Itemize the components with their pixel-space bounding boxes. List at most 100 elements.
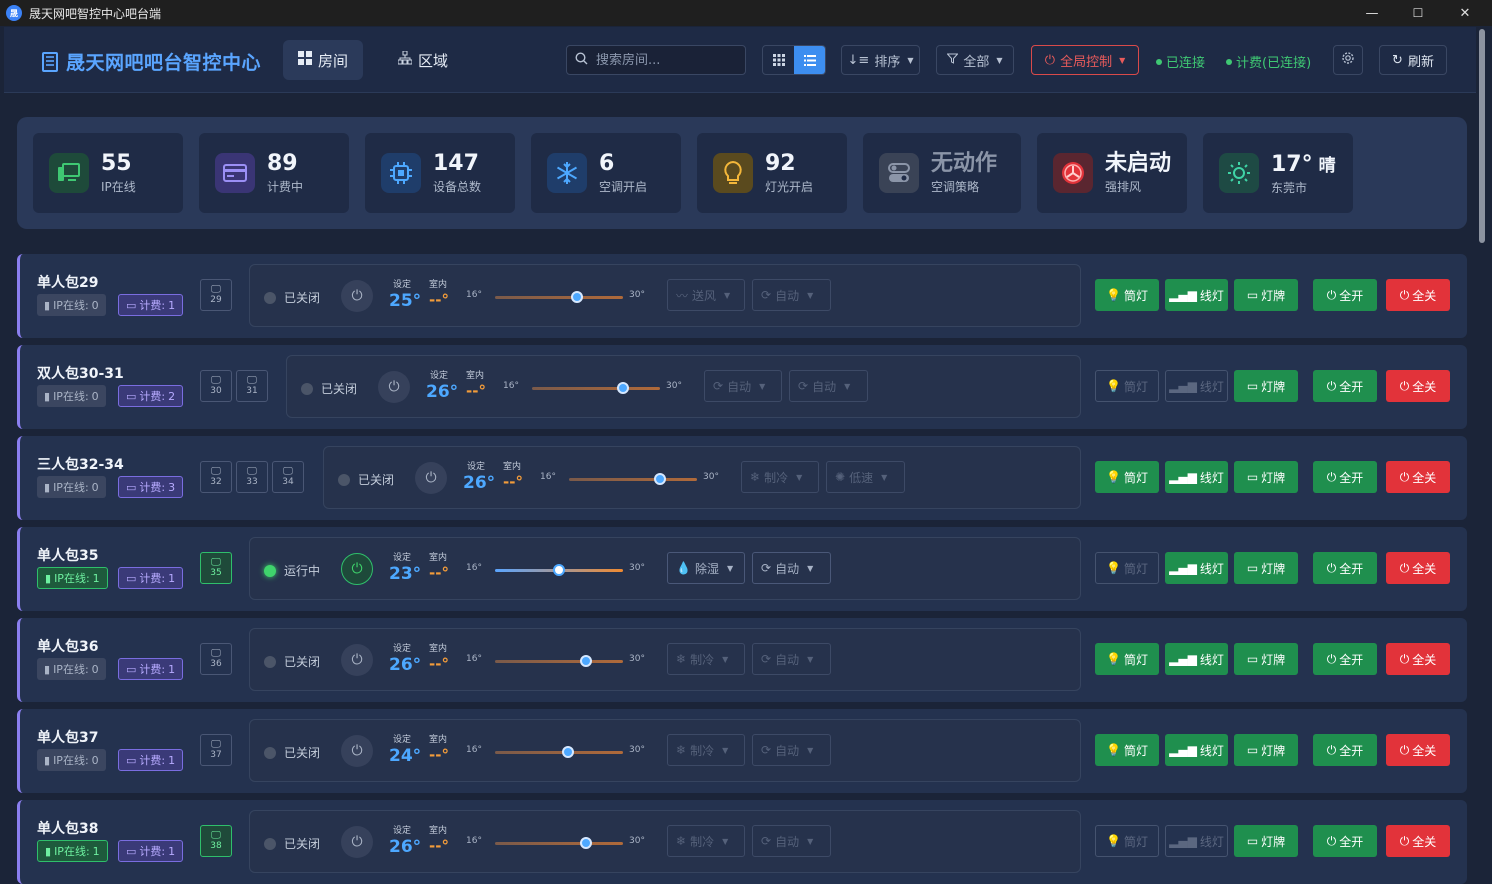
downlight-button[interactable]: 💡 筒灯 [1095, 370, 1159, 402]
all-off-button[interactable]: ⏻ 全关 [1386, 734, 1450, 766]
ac-control-panel: 已关闭 ⏻ 设定 室内 26° --° 16° 30° ❄ 制冷 ▼ ⟳ 自动 … [249, 628, 1081, 691]
pc-terminal[interactable]: 🖵 31 [236, 370, 268, 402]
all-off-button[interactable]: ⏻ 全关 [1386, 279, 1450, 311]
refresh-button[interactable]: ↻ 刷新 [1379, 45, 1447, 75]
temp-slider-track[interactable] [532, 387, 660, 390]
fan-speed-select[interactable]: ⟳ 自动 ▼ [752, 643, 831, 675]
all-off-button[interactable]: ⏻ 全关 [1386, 552, 1450, 584]
fan-speed-select[interactable]: ⟳ 自动 ▼ [789, 370, 868, 402]
pc-terminal[interactable]: 🖵 35 [200, 552, 232, 584]
all-on-button[interactable]: ⏻ 全开 [1313, 643, 1377, 675]
ac-mode-select[interactable]: ❄ 制冷 ▼ [667, 825, 745, 857]
fan-speed-select[interactable]: ✺ 低速 ▼ [826, 461, 905, 493]
search-input[interactable] [596, 52, 736, 68]
grid-view-button[interactable] [763, 46, 794, 74]
all-on-button[interactable]: ⏻ 全开 [1313, 370, 1377, 402]
downlight-button[interactable]: 💡 筒灯 [1095, 461, 1159, 493]
temp-slider-track[interactable] [495, 296, 623, 299]
temp-slider-handle[interactable] [580, 837, 593, 849]
temp-slider-track[interactable] [569, 478, 697, 481]
pc-terminal[interactable]: 🖵 38 [200, 825, 232, 857]
ac-mode-select[interactable]: ⟳ 自动 ▼ [704, 370, 782, 402]
fan-speed-select[interactable]: ⟳ 自动 ▼ [752, 734, 831, 766]
filter-button[interactable]: 全部 ▼ [936, 45, 1014, 75]
ac-power-button[interactable]: ⏻ [341, 644, 373, 676]
sign-light-button[interactable]: ▭ 灯牌 [1234, 552, 1298, 584]
maximize-button[interactable]: ☐ [1395, 0, 1441, 26]
ac-mode-select[interactable]: 〰 送风 ▼ [667, 279, 745, 311]
downlight-button[interactable]: 💡 筒灯 [1095, 279, 1159, 311]
ac-power-button[interactable]: ⏻ [341, 280, 373, 312]
linelight-button[interactable]: ▂▄▆ 线灯 [1165, 734, 1228, 766]
search-box[interactable] [566, 45, 746, 75]
ac-mode-select[interactable]: ❄ 制冷 ▼ [741, 461, 819, 493]
room-card: 单人包35 ▮ IP在线: 1 ▭ 计费: 1 🖵 35 运行中 ⏻ 设定 室内… [17, 527, 1467, 611]
linelight-button[interactable]: ▂▄▆ 线灯 [1165, 825, 1228, 857]
linelight-button[interactable]: ▂▄▆ 线灯 [1165, 370, 1228, 402]
linelight-button[interactable]: ▂▄▆ 线灯 [1165, 461, 1228, 493]
pc-terminal[interactable]: 🖵 33 [236, 461, 268, 493]
all-off-button[interactable]: ⏻ 全关 [1386, 370, 1450, 402]
scrollbar[interactable] [1478, 27, 1486, 883]
all-on-button[interactable]: ⏻ 全开 [1313, 461, 1377, 493]
ac-status-label: 已关闭 [284, 291, 321, 305]
temp-slider-track[interactable] [495, 660, 623, 663]
all-off-button[interactable]: ⏻ 全关 [1386, 643, 1450, 675]
temp-slider-handle[interactable] [562, 746, 575, 758]
close-button[interactable]: ✕ [1442, 0, 1488, 26]
fan-speed-select[interactable]: ⟳ 自动 ▼ [752, 279, 831, 311]
linelight-button[interactable]: ▂▄▆ 线灯 [1165, 279, 1228, 311]
downlight-button[interactable]: 💡 筒灯 [1095, 643, 1159, 675]
all-on-button[interactable]: ⏻ 全开 [1313, 552, 1377, 584]
temp-slider-handle[interactable] [553, 564, 565, 576]
linelight-button[interactable]: ▂▄▆ 线灯 [1165, 643, 1228, 675]
sign-light-button[interactable]: ▭ 灯牌 [1234, 279, 1298, 311]
all-on-button[interactable]: ⏻ 全开 [1313, 825, 1377, 857]
ac-power-button[interactable]: ⏻ [341, 735, 373, 767]
ac-mode-select[interactable]: 💧 除湿 ▼ [667, 552, 745, 584]
all-on-button[interactable]: ⏻ 全开 [1313, 279, 1377, 311]
all-off-button[interactable]: ⏻ 全关 [1386, 825, 1450, 857]
ac-power-button[interactable]: ⏻ [415, 462, 447, 494]
ac-power-button[interactable]: ⏻ [341, 553, 373, 585]
fan-speed-select[interactable]: ⟳ 自动 ▼ [752, 552, 831, 584]
sign-light-button[interactable]: ▭ 灯牌 [1234, 734, 1298, 766]
temp-slider-track[interactable] [495, 751, 623, 754]
list-view-button[interactable] [794, 46, 825, 74]
sign-light-button[interactable]: ▭ 灯牌 [1234, 370, 1298, 402]
fan-speed-select[interactable]: ⟳ 自动 ▼ [752, 825, 831, 857]
signal-icon: ▂▄▆ [1169, 743, 1197, 757]
settings-button[interactable] [1333, 45, 1363, 75]
minimize-button[interactable]: — [1349, 0, 1395, 26]
sign-light-button[interactable]: ▭ 灯牌 [1234, 643, 1298, 675]
pc-terminal[interactable]: 🖵 34 [272, 461, 304, 493]
sign-light-button[interactable]: ▭ 灯牌 [1234, 825, 1298, 857]
downlight-button[interactable]: 💡 筒灯 [1095, 552, 1159, 584]
all-on-button[interactable]: ⏻ 全开 [1313, 734, 1377, 766]
scrollbar-thumb[interactable] [1479, 29, 1485, 243]
pc-terminal[interactable]: 🖵 30 [200, 370, 232, 402]
tab-rooms[interactable]: 房间 [283, 40, 364, 80]
pc-terminal[interactable]: 🖵 32 [200, 461, 232, 493]
sort-button[interactable]: ↓≡ 排序 ▼ [841, 45, 920, 75]
ac-mode-select[interactable]: ❄ 制冷 ▼ [667, 643, 745, 675]
temp-slider-handle[interactable] [654, 473, 667, 485]
pc-terminal[interactable]: 🖵 29 [200, 279, 232, 311]
linelight-button[interactable]: ▂▄▆ 线灯 [1165, 552, 1228, 584]
downlight-button[interactable]: 💡 筒灯 [1095, 825, 1159, 857]
pc-terminal[interactable]: 🖵 36 [200, 643, 232, 675]
sign-light-button[interactable]: ▭ 灯牌 [1234, 461, 1298, 493]
temp-slider-handle[interactable] [580, 655, 593, 667]
temp-slider-track[interactable] [495, 842, 623, 845]
ip-online-badge: ▮ IP在线: 1 [37, 567, 108, 589]
temp-slider-handle[interactable] [571, 291, 584, 303]
ac-power-button[interactable]: ⏻ [378, 371, 410, 403]
all-off-button[interactable]: ⏻ 全关 [1386, 461, 1450, 493]
ac-mode-select[interactable]: ❄ 制冷 ▼ [667, 734, 745, 766]
pc-terminal[interactable]: 🖵 37 [200, 734, 232, 766]
temp-slider-handle[interactable] [617, 382, 630, 394]
ac-power-button[interactable]: ⏻ [341, 826, 373, 858]
tab-areas[interactable]: 区域 [383, 40, 463, 80]
global-control-button[interactable]: ⏻ 全局控制 ▼ [1031, 45, 1139, 75]
downlight-button[interactable]: 💡 筒灯 [1095, 734, 1159, 766]
